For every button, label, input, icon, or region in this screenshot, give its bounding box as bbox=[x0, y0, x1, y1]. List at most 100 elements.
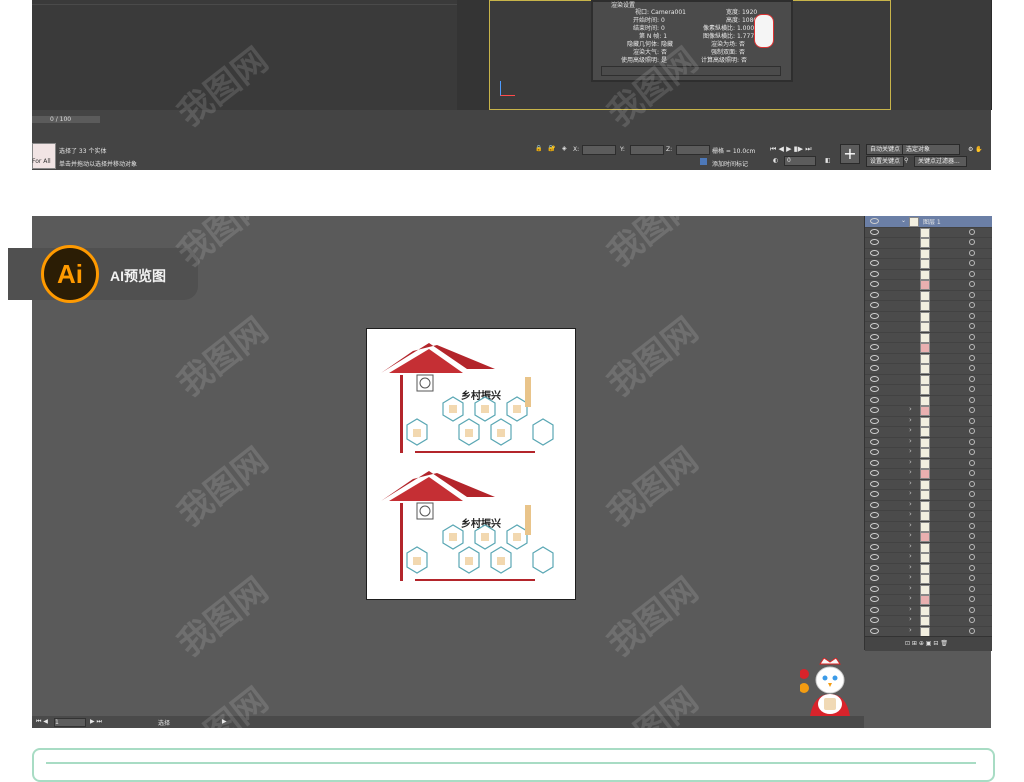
viewport-grid-3[interactable] bbox=[327, 0, 458, 110]
expand-arrow-icon[interactable]: › bbox=[909, 626, 912, 634]
visibility-eye-icon[interactable] bbox=[870, 239, 879, 245]
time-tag-icon[interactable] bbox=[700, 158, 707, 165]
visibility-eye-icon[interactable] bbox=[870, 260, 879, 266]
target-circle-icon[interactable] bbox=[969, 260, 975, 266]
selection-lock-icon[interactable]: 🔐 bbox=[548, 145, 555, 152]
target-circle-icon[interactable] bbox=[969, 365, 975, 371]
target-circle-icon[interactable] bbox=[969, 533, 975, 539]
expand-arrow-icon[interactable]: › bbox=[909, 531, 912, 539]
visibility-eye-icon[interactable] bbox=[870, 564, 879, 571]
visibility-eye-icon[interactable] bbox=[870, 585, 879, 592]
target-circle-icon[interactable] bbox=[969, 522, 975, 529]
visibility-eye-icon[interactable] bbox=[870, 543, 879, 550]
expand-arrow-icon[interactable]: › bbox=[909, 521, 912, 529]
target-circle-icon[interactable] bbox=[969, 491, 975, 497]
key-filter-icon[interactable]: ⚲ bbox=[904, 157, 908, 164]
key-mode-icon[interactable]: ◧ bbox=[825, 157, 831, 164]
expand-arrow-icon[interactable]: › bbox=[909, 489, 912, 497]
expand-arrow-icon[interactable]: › bbox=[909, 510, 912, 518]
key-filters-button[interactable]: 关键点过滤器... bbox=[914, 156, 967, 167]
lock-icon[interactable]: 🔒 bbox=[535, 145, 542, 152]
target-circle-icon[interactable] bbox=[969, 323, 975, 329]
target-circle-icon[interactable] bbox=[969, 459, 975, 466]
visibility-eye-icon[interactable] bbox=[870, 596, 879, 602]
set-key-plus-button[interactable]: + bbox=[840, 144, 860, 164]
view-navigation-icons[interactable]: ⚙ ✋ bbox=[968, 146, 983, 153]
visibility-eye-icon[interactable] bbox=[870, 291, 879, 298]
target-circle-icon[interactable] bbox=[969, 564, 975, 571]
expand-arrow-icon[interactable]: › bbox=[909, 605, 912, 613]
target-circle-icon[interactable] bbox=[969, 585, 975, 592]
visibility-eye-icon[interactable] bbox=[870, 575, 879, 581]
maxscript-listener[interactable] bbox=[32, 143, 56, 169]
visibility-eye-icon[interactable] bbox=[870, 396, 879, 403]
visibility-eye-icon[interactable] bbox=[870, 470, 879, 476]
expand-arrow-icon[interactable]: › bbox=[909, 405, 912, 413]
visibility-eye-icon[interactable] bbox=[870, 449, 879, 455]
time-config-icon[interactable]: ◐ bbox=[773, 157, 778, 164]
target-circle-icon[interactable] bbox=[969, 239, 975, 245]
auto-key-button[interactable]: 自动关键点 bbox=[866, 144, 905, 155]
visibility-eye-icon[interactable] bbox=[870, 333, 879, 340]
page-number-field[interactable]: 1 bbox=[54, 718, 86, 727]
expand-arrow-icon[interactable]: › bbox=[909, 615, 912, 623]
expand-arrow-icon[interactable]: › bbox=[909, 426, 912, 434]
visibility-eye-icon[interactable] bbox=[870, 344, 879, 350]
expand-arrow-icon[interactable]: › bbox=[909, 552, 912, 560]
target-circle-icon[interactable] bbox=[969, 228, 975, 235]
visibility-eye-icon[interactable] bbox=[870, 438, 879, 445]
visibility-eye-icon[interactable] bbox=[870, 249, 879, 256]
target-circle-icon[interactable] bbox=[969, 407, 975, 413]
target-circle-icon[interactable] bbox=[969, 428, 975, 434]
visibility-eye-icon[interactable] bbox=[870, 491, 879, 497]
target-circle-icon[interactable] bbox=[969, 470, 975, 476]
target-circle-icon[interactable] bbox=[969, 575, 975, 581]
expand-arrow-icon[interactable]: › bbox=[909, 500, 912, 508]
visibility-eye-icon[interactable] bbox=[870, 606, 879, 613]
visibility-eye-icon[interactable] bbox=[870, 480, 879, 487]
target-circle-icon[interactable] bbox=[969, 270, 975, 277]
target-circle-icon[interactable] bbox=[969, 417, 975, 424]
target-circle-icon[interactable] bbox=[969, 512, 975, 518]
visibility-eye-icon[interactable] bbox=[870, 386, 879, 392]
coord-y-input[interactable] bbox=[630, 145, 664, 155]
visibility-eye-icon[interactable] bbox=[870, 459, 879, 466]
viewport-grid-1[interactable] bbox=[32, 0, 171, 110]
target-circle-icon[interactable] bbox=[969, 375, 975, 382]
target-circle-icon[interactable] bbox=[969, 396, 975, 403]
coord-z-input[interactable] bbox=[676, 145, 710, 155]
target-circle-icon[interactable] bbox=[969, 627, 975, 634]
coord-x-input[interactable] bbox=[582, 145, 616, 155]
target-circle-icon[interactable] bbox=[969, 438, 975, 445]
target-circle-icon[interactable] bbox=[969, 291, 975, 298]
layers-panel[interactable]: ⌄ 图层 1 › › › › › › › › › › › › › › › › › › › › › › ⊡ ⊞ ⊕ ▣ ⊟ … bbox=[864, 216, 992, 651]
artboard[interactable]: 乡村振兴 乡村振兴 bbox=[366, 328, 576, 600]
time-slider[interactable]: 0 / 100 bbox=[32, 116, 100, 123]
target-circle-icon[interactable] bbox=[969, 302, 975, 308]
target-circle-icon[interactable] bbox=[969, 596, 975, 602]
target-circle-icon[interactable] bbox=[969, 543, 975, 550]
target-circle-icon[interactable] bbox=[969, 354, 975, 361]
visibility-eye-icon[interactable] bbox=[870, 627, 879, 634]
add-time-tag-button[interactable]: 添加时间标记 bbox=[712, 159, 748, 168]
target-circle-icon[interactable] bbox=[969, 480, 975, 487]
visibility-eye-icon[interactable] bbox=[870, 354, 879, 361]
expand-arrow-icon[interactable]: › bbox=[909, 447, 912, 455]
visibility-eye-icon[interactable] bbox=[870, 365, 879, 371]
visibility-eye-icon[interactable] bbox=[870, 501, 879, 508]
playback-controls[interactable]: ⏮ ◀ ▶ ▮▶ ⏭ bbox=[770, 145, 812, 154]
visibility-eye-icon[interactable] bbox=[870, 522, 879, 529]
page-nav-prev-icon[interactable]: ⏮ ◀ bbox=[36, 718, 48, 726]
target-circle-icon[interactable] bbox=[969, 554, 975, 560]
expand-arrow-icon[interactable]: › bbox=[909, 479, 912, 487]
visibility-eye-icon[interactable] bbox=[870, 302, 879, 308]
visibility-eye-icon[interactable] bbox=[870, 375, 879, 382]
visibility-eye-icon[interactable] bbox=[870, 228, 879, 235]
visibility-eye-icon[interactable] bbox=[870, 533, 879, 539]
absolute-mode-icon[interactable]: ◈ bbox=[562, 145, 567, 152]
visibility-eye-icon[interactable] bbox=[870, 312, 879, 319]
target-circle-icon[interactable] bbox=[969, 617, 975, 623]
expand-arrow-icon[interactable]: › bbox=[909, 594, 912, 602]
visibility-eye-icon[interactable] bbox=[870, 281, 879, 287]
visibility-eye-icon[interactable] bbox=[870, 428, 879, 434]
